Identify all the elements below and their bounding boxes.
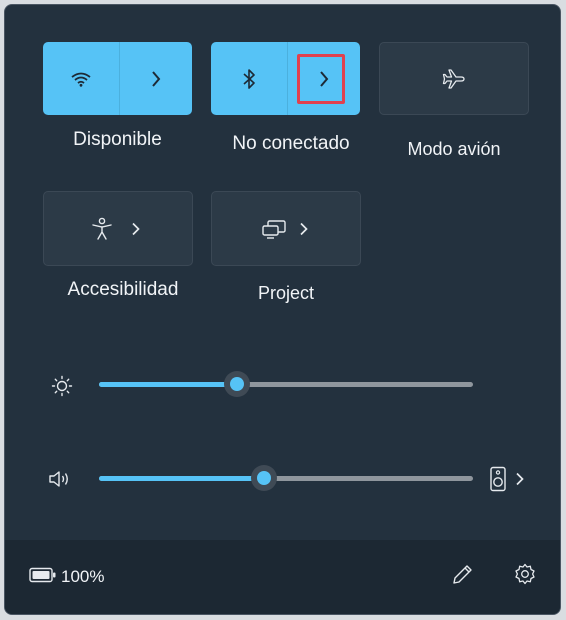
audio-output-button[interactable] bbox=[489, 465, 531, 493]
brightness-slider[interactable] bbox=[99, 371, 473, 397]
chevron-right-icon bbox=[132, 222, 140, 235]
chevron-right-icon bbox=[516, 472, 524, 486]
edit-icon[interactable] bbox=[449, 562, 475, 588]
project-tile[interactable] bbox=[211, 191, 361, 266]
project-label: Project bbox=[257, 283, 315, 303]
quick-settings-panel: Disponible No conectado Modo avión Acces… bbox=[4, 4, 561, 615]
battery-percentage: 100% bbox=[61, 567, 105, 586]
speaker-device-icon bbox=[490, 466, 506, 492]
accessibility-tile[interactable] bbox=[43, 191, 193, 266]
bluetooth-icon bbox=[243, 68, 255, 89]
bluetooth-label: No conectado bbox=[232, 133, 350, 154]
bluetooth-toggle-button[interactable] bbox=[211, 42, 287, 115]
volume-slider-thumb[interactable] bbox=[251, 465, 277, 491]
battery-icon bbox=[29, 567, 56, 583]
volume-icon[interactable] bbox=[47, 469, 73, 489]
airplane-mode-label: Modo avión bbox=[407, 139, 501, 159]
airplane-mode-tile[interactable] bbox=[379, 42, 529, 115]
bluetooth-tile bbox=[211, 42, 360, 115]
wifi-label: Disponible bbox=[73, 129, 162, 150]
wifi-toggle-button[interactable] bbox=[43, 42, 119, 115]
wifi-icon bbox=[71, 72, 91, 87]
wifi-expand-button[interactable] bbox=[120, 42, 192, 115]
highlight-box bbox=[297, 54, 345, 104]
brightness-slider-thumb[interactable] bbox=[224, 371, 250, 397]
wifi-tile bbox=[43, 42, 192, 115]
brightness-icon bbox=[51, 375, 73, 397]
volume-slider[interactable] bbox=[99, 465, 473, 491]
settings-icon[interactable] bbox=[512, 562, 538, 588]
accessibility-icon bbox=[92, 217, 112, 240]
airplane-icon bbox=[442, 68, 465, 89]
chevron-right-icon bbox=[152, 70, 161, 87]
chevron-right-icon bbox=[300, 222, 308, 235]
project-icon bbox=[262, 219, 286, 239]
accessibility-label: Accesibilidad bbox=[67, 279, 179, 300]
quick-settings-footer: 100% bbox=[5, 540, 560, 614]
